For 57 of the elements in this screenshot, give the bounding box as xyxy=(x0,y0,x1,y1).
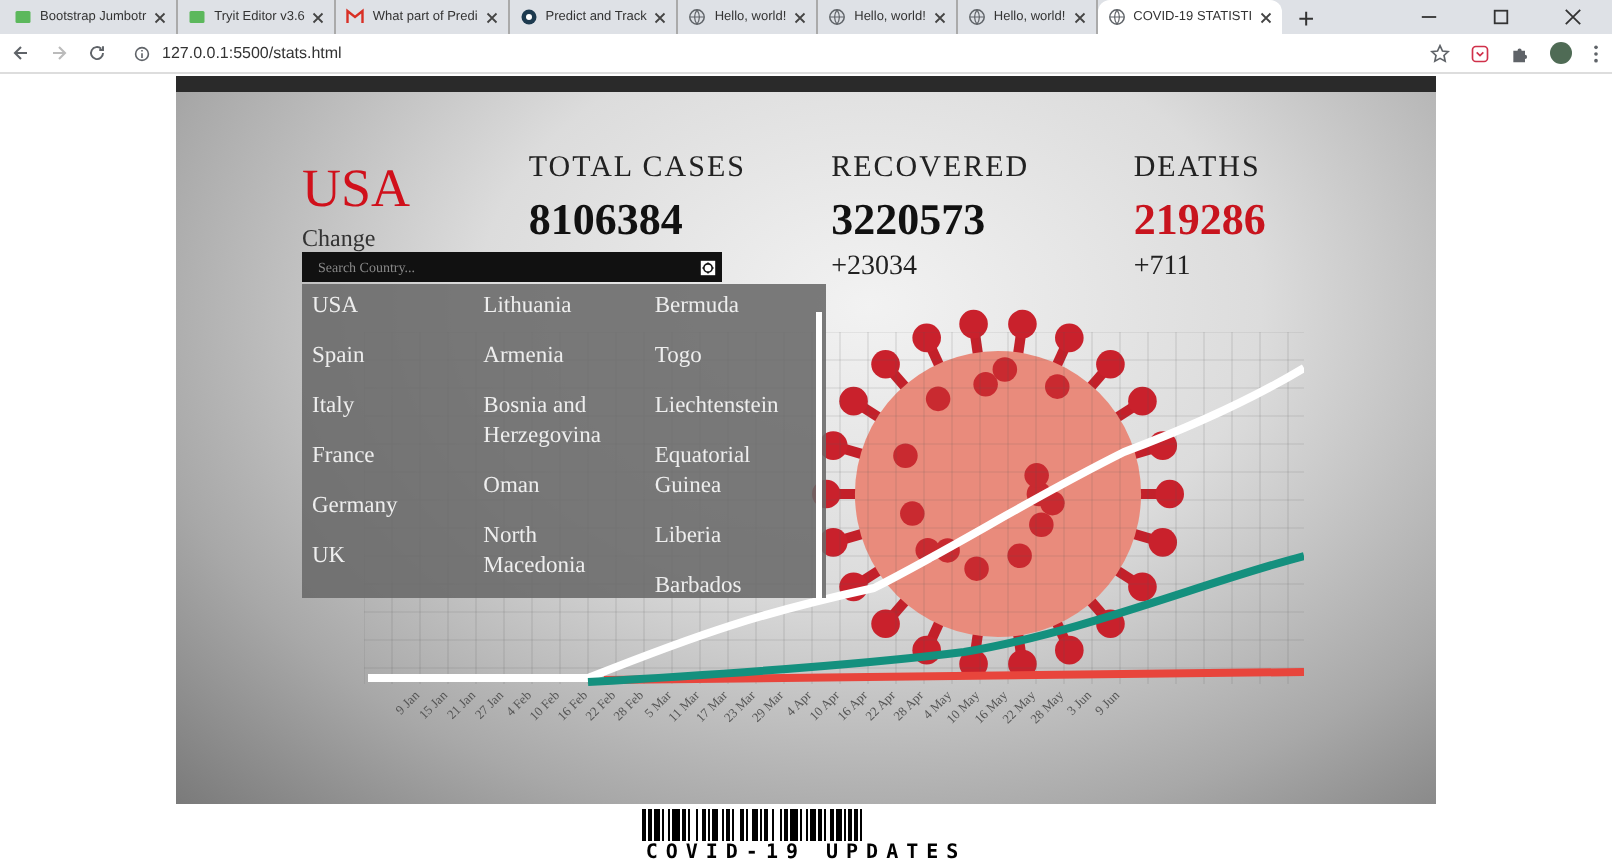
close-icon[interactable] xyxy=(1073,11,1086,23)
close-icon[interactable] xyxy=(485,11,498,23)
country-item[interactable]: Spain xyxy=(312,342,460,372)
stat-label: TOTAL CASES xyxy=(528,152,748,184)
footer-title: COVID-19 UPDATES xyxy=(645,842,967,864)
info-icon[interactable] xyxy=(134,45,150,61)
back-icon[interactable] xyxy=(12,44,30,62)
reload-icon[interactable] xyxy=(88,44,106,62)
globe-icon xyxy=(688,8,707,26)
country-item[interactable]: France xyxy=(312,442,460,472)
stat-label: RECOVERED xyxy=(831,152,1032,184)
country-item[interactable]: USA xyxy=(312,292,460,322)
shield-icon[interactable] xyxy=(1470,43,1490,63)
country-item[interactable]: Equatorial Guinea xyxy=(654,442,803,502)
close-icon[interactable] xyxy=(154,11,167,23)
stat-change: +23034 xyxy=(831,252,920,284)
country-item[interactable]: Barbados xyxy=(654,572,803,598)
country-item[interactable]: Italy xyxy=(312,392,460,422)
star-icon[interactable] xyxy=(1430,43,1450,63)
close-icon[interactable] xyxy=(1260,11,1273,23)
close-icon[interactable] xyxy=(933,11,946,23)
puzzle-icon[interactable] xyxy=(1510,43,1530,63)
globe-icon xyxy=(1107,8,1126,26)
country-item[interactable]: UK xyxy=(312,542,460,572)
change-link[interactable]: Change xyxy=(302,224,529,254)
mail-icon xyxy=(346,8,365,26)
country-item[interactable]: Togo xyxy=(654,342,803,372)
stat-value: 8106384 xyxy=(528,196,685,244)
address-text[interactable]: 127.0.0.1:5500/stats.html xyxy=(162,44,342,62)
country-item[interactable]: Germany xyxy=(312,492,460,522)
scrollbar[interactable] xyxy=(816,312,822,598)
globe-icon xyxy=(967,8,986,26)
country-item[interactable]: North Macedonia xyxy=(483,522,631,582)
avatar[interactable] xyxy=(1550,42,1572,64)
disc-icon xyxy=(519,8,538,26)
close-icon[interactable] xyxy=(794,11,807,23)
country-item[interactable]: Liechtenstein xyxy=(654,392,803,422)
w3-icon xyxy=(188,8,207,26)
country-item[interactable]: Lithuania xyxy=(483,292,631,322)
stat-change: +711 xyxy=(1133,252,1193,284)
stat-value: 3220573 xyxy=(831,196,988,244)
close-icon[interactable] xyxy=(1564,8,1582,26)
close-icon[interactable] xyxy=(654,11,667,23)
country-item[interactable]: Armenia xyxy=(483,342,631,372)
country-name: USA xyxy=(302,158,413,218)
globe-icon xyxy=(828,8,847,26)
w3-icon xyxy=(14,8,32,26)
menu-icon[interactable] xyxy=(1592,43,1600,63)
country-item[interactable]: Bosnia and Herzegovina xyxy=(483,392,631,452)
country-item[interactable]: Bermuda xyxy=(654,292,803,322)
maximize-icon[interactable] xyxy=(1492,8,1510,26)
country-item[interactable]: Oman xyxy=(483,472,631,502)
stat-value: 219286 xyxy=(1133,196,1268,244)
country-item[interactable]: Liberia xyxy=(654,522,803,552)
stat-label: DEATHS xyxy=(1133,152,1263,184)
close-icon[interactable] xyxy=(312,11,325,23)
new-tab-button[interactable]: + xyxy=(1298,3,1315,31)
